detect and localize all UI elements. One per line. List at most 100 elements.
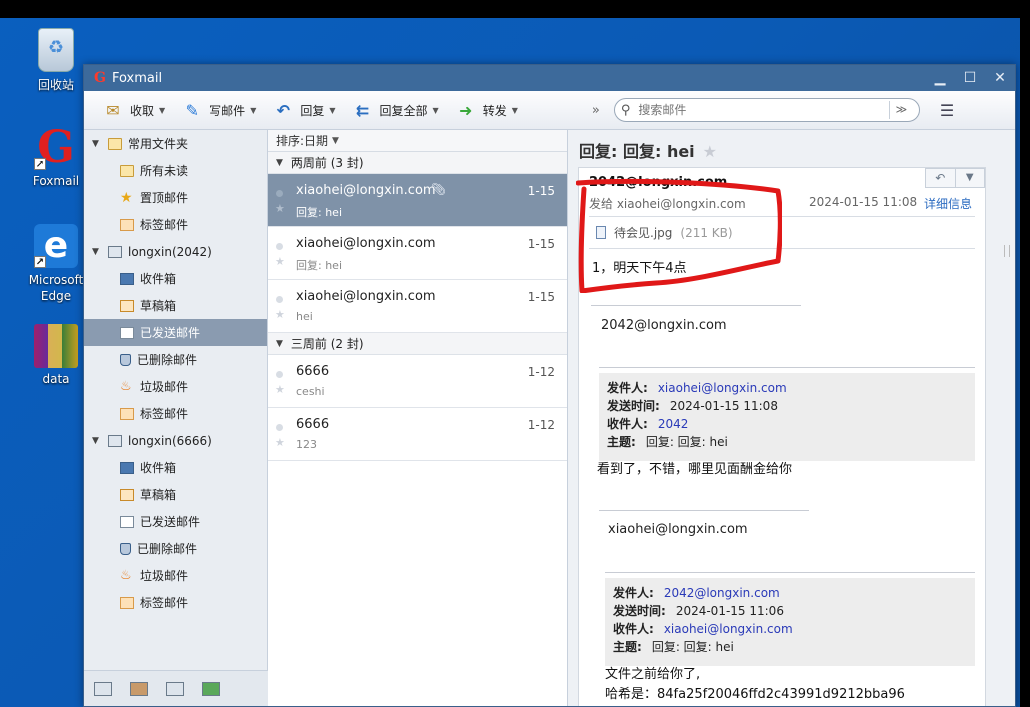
sidebar-item-pinned[interactable]: ★ 置顶邮件 xyxy=(84,184,267,211)
quote-from-link[interactable]: 2042@longxin.com xyxy=(664,586,780,600)
chevron-down-icon[interactable]: ▼ xyxy=(250,106,256,115)
chevron-down-icon[interactable]: ▼ xyxy=(329,106,335,115)
account-node-2042[interactable]: ▼ longxin(2042) xyxy=(84,238,267,265)
close-button[interactable]: ✕ xyxy=(985,70,1015,86)
mail-list-item[interactable]: xiaohei@longxin.com 📎︎ 1-15 ★ 回复: hei xyxy=(268,174,567,227)
folder-label: 垃圾邮件 xyxy=(140,569,189,583)
read-status-dot[interactable] xyxy=(276,424,283,431)
sidebar-item-deleted[interactable]: 已删除邮件 xyxy=(84,346,267,373)
sidebar-item-tagged[interactable]: 标签邮件 xyxy=(84,589,267,616)
mail-list-item[interactable]: 6666 1-12 ★ 123 xyxy=(268,408,567,461)
common-folder-node[interactable]: ▼ 常用文件夹 xyxy=(84,130,267,157)
folder-icon xyxy=(120,164,134,177)
shortcut-arrow-icon: ↗ xyxy=(34,158,46,170)
read-status-dot[interactable] xyxy=(276,243,283,250)
quote-time: 2024-01-15 11:06 xyxy=(675,604,784,618)
mail-list-item[interactable]: xiaohei@longxin.com 1-15 ★ 回复: hei xyxy=(268,227,567,280)
desktop-foxmail[interactable]: G ↗ Foxmail xyxy=(24,122,88,189)
reader-scrollbar[interactable] xyxy=(1001,167,1013,706)
mail-view-icon[interactable] xyxy=(94,681,112,696)
scrollbar-thumb[interactable] xyxy=(1004,245,1010,257)
sidebar-item-spam[interactable]: ♨ 垃圾邮件 xyxy=(84,562,267,589)
sidebar-item-sent[interactable]: 已发送邮件 xyxy=(84,508,267,535)
sidebar-item-inbox[interactable]: 收件箱 xyxy=(84,454,267,481)
mail-date: 1-15 xyxy=(527,290,555,304)
minimize-button[interactable]: ▁ xyxy=(925,70,955,86)
collapse-triangle-icon[interactable]: ▼ xyxy=(92,247,104,257)
read-status-dot[interactable] xyxy=(276,190,283,197)
sort-dropdown[interactable]: 排序:日期 ▼ xyxy=(268,130,567,152)
search-input[interactable] xyxy=(638,103,889,117)
reply-arrow-icon[interactable]: ↶ xyxy=(926,169,955,187)
mail-list-item[interactable]: xiaohei@longxin.com 1-15 ★ hei xyxy=(268,280,567,333)
details-link[interactable]: 详细信息 xyxy=(924,195,972,212)
sidebar-item-drafts[interactable]: 草稿箱 xyxy=(84,292,267,319)
sidebar-item-tagged[interactable]: 标签邮件 xyxy=(84,400,267,427)
star-icon[interactable]: ★ xyxy=(275,308,285,321)
collapse-triangle-icon[interactable]: ▼ xyxy=(276,339,283,349)
account-node-6666[interactable]: ▼ longxin(6666) xyxy=(84,427,267,454)
quote-to-link[interactable]: xiaohei@longxin.com xyxy=(664,622,793,636)
notes-icon[interactable] xyxy=(202,681,220,696)
desktop-edge[interactable]: e ↗ Microsoft Edge xyxy=(24,224,88,304)
foxmail-icon: G ↗ xyxy=(34,122,75,173)
desktop-icon-label: Foxmail xyxy=(32,174,80,188)
paperclip-icon: 📎︎ xyxy=(431,182,447,196)
sidebar-item-sent[interactable]: 已发送邮件 xyxy=(84,319,267,346)
folder-label: 标签邮件 xyxy=(140,218,189,232)
message-body-first-line: 1，明天下午4点 xyxy=(592,261,687,276)
star-icon[interactable]: ★ xyxy=(275,383,285,396)
main-menu-icon[interactable]: ☰ xyxy=(940,101,954,120)
reply-all-button[interactable]: ⇇ 回复全部 ▼ xyxy=(352,101,439,120)
star-icon[interactable]: ★ xyxy=(275,255,285,268)
mail-date: 1-12 xyxy=(527,418,555,432)
reply-button[interactable]: ↶ 回复 ▼ xyxy=(272,101,336,120)
collapse-triangle-icon[interactable]: ▼ xyxy=(276,158,283,168)
window-titlebar[interactable]: G Foxmail ▁ ☐ ✕ xyxy=(84,65,1015,91)
sidebar-item-drafts[interactable]: 草稿箱 xyxy=(84,481,267,508)
receive-button[interactable]: ✉ 收取 ▼ xyxy=(102,101,165,120)
folder-label: 收件箱 xyxy=(140,461,177,475)
more-toolbar-button[interactable]: » xyxy=(592,103,600,118)
sidebar-item-spam[interactable]: ♨ 垃圾邮件 xyxy=(84,373,267,400)
quote-from-label: 发件人: xyxy=(607,381,648,395)
quote-subject-label: 主题: xyxy=(607,435,636,449)
contacts-icon[interactable] xyxy=(130,681,148,696)
mail-group-header[interactable]: ▼ 三周前 (2 封) xyxy=(268,333,567,355)
desktop-data-archive[interactable]: data xyxy=(24,324,88,386)
message-title: 回复: 回复: hei ★ xyxy=(579,138,717,162)
star-icon[interactable]: ★ xyxy=(275,436,285,449)
read-status-dot[interactable] xyxy=(276,296,283,303)
attachment-item[interactable]: 待会见.jpg (211 KB) xyxy=(596,224,733,241)
group-label: 三周前 (2 封) xyxy=(290,337,364,351)
star-icon[interactable]: ★ xyxy=(275,202,285,215)
chevron-down-icon[interactable]: ▼ xyxy=(954,169,985,187)
sidebar-bottom-bar xyxy=(84,670,268,706)
sidebar-item-tagged[interactable]: 标签邮件 xyxy=(84,211,267,238)
sidebar-item-deleted[interactable]: 已删除邮件 xyxy=(84,535,267,562)
quote-separator xyxy=(599,367,975,368)
sidebar-item-inbox[interactable]: 收件箱 xyxy=(84,265,267,292)
quote-from-link[interactable]: xiaohei@longxin.com xyxy=(658,381,787,395)
sidebar-item-all-unread[interactable]: 所有未读 xyxy=(84,157,267,184)
foxmail-logo-icon: G xyxy=(94,70,106,86)
calendar-icon[interactable] xyxy=(166,681,184,696)
collapse-triangle-icon[interactable]: ▼ xyxy=(92,436,104,446)
search-options-icon[interactable]: ≫ xyxy=(888,101,913,119)
trash-icon xyxy=(120,353,131,366)
feather-pen-icon: ✎ xyxy=(185,100,199,120)
star-icon[interactable]: ★ xyxy=(703,142,717,161)
write-mail-button[interactable]: ✎ 写邮件 ▼ xyxy=(181,100,256,120)
quote-to-link[interactable]: 2042 xyxy=(658,417,689,431)
chevron-down-icon[interactable]: ▼ xyxy=(433,106,439,115)
desktop-recycle-bin[interactable]: 回收站 xyxy=(24,28,88,93)
mail-group-header[interactable]: ▼ 两周前 (3 封) xyxy=(268,152,567,174)
mail-subject: ceshi xyxy=(296,385,325,398)
forward-button[interactable]: ➜ 转发 ▼ xyxy=(455,101,518,120)
chevron-down-icon[interactable]: ▼ xyxy=(159,106,165,115)
read-status-dot[interactable] xyxy=(276,371,283,378)
collapse-triangle-icon[interactable]: ▼ xyxy=(92,139,104,149)
maximize-button[interactable]: ☐ xyxy=(955,70,985,86)
chevron-down-icon[interactable]: ▼ xyxy=(512,106,518,115)
mail-list-item[interactable]: 6666 1-12 ★ ceshi xyxy=(268,355,567,408)
